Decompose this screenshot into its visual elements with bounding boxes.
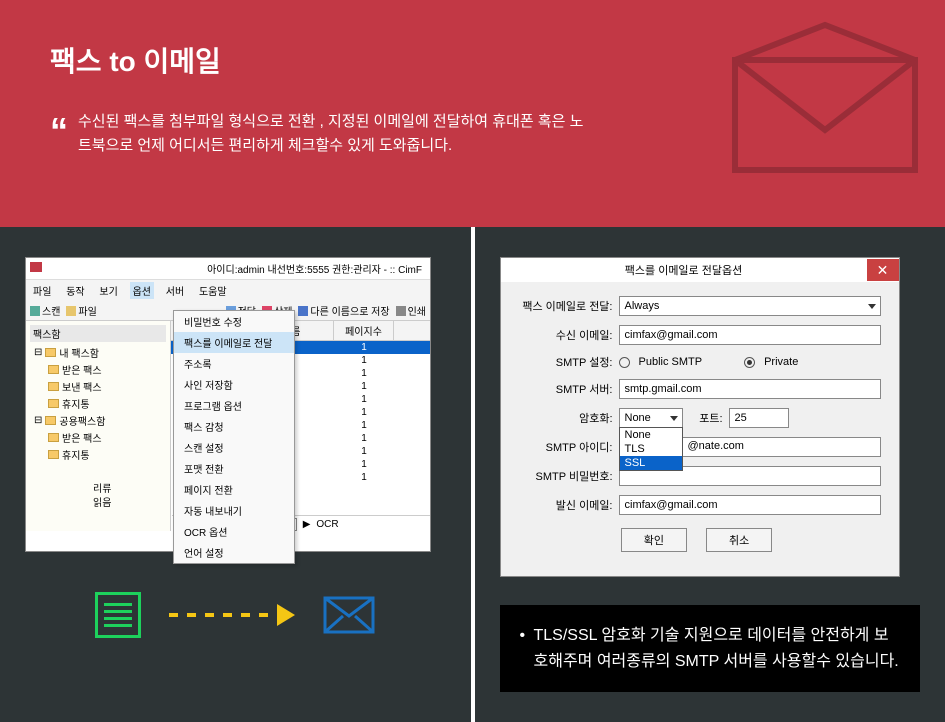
label-smtp-srv: SMTP 서버: bbox=[513, 381, 613, 397]
radio-private[interactable] bbox=[744, 357, 755, 368]
saveas-icon bbox=[298, 306, 308, 316]
folder-icon bbox=[48, 365, 59, 374]
right-panel: 팩스를 이메일로 전달옵션 ✕ 팩스 이메일로 전달: Always 수신 이메… bbox=[471, 227, 945, 722]
folder-icon bbox=[48, 382, 59, 391]
left-panel: 아이디:admin 내선번호:5555 권한:관리자 - :: CimF 파일 … bbox=[0, 227, 471, 722]
sidebar-bottom-2: 읽음 bbox=[93, 494, 111, 509]
label-port: 포트: bbox=[689, 410, 723, 426]
dropdown-item[interactable]: 자동 내보내기 bbox=[174, 500, 294, 521]
close-button[interactable]: ✕ bbox=[867, 259, 899, 281]
tb-print[interactable]: 인쇄 bbox=[396, 303, 426, 318]
tree-shared[interactable]: ⊟ 공용팩스함 bbox=[30, 412, 166, 429]
enc-option[interactable]: None bbox=[620, 428, 682, 442]
dialog-buttons: 확인 취소 bbox=[513, 524, 881, 562]
dropdown-item[interactable]: 주소록 bbox=[174, 353, 294, 374]
tree-my[interactable]: ⊟ 내 팩스함 bbox=[30, 344, 166, 361]
dropdown-item[interactable]: 언어 설정 bbox=[174, 542, 294, 563]
dropdown-item[interactable]: 페이지 전환 bbox=[174, 479, 294, 500]
dropdown-item[interactable]: 팩스를 이메일로 전달 bbox=[174, 332, 294, 353]
label-smtp-set: SMTP 설정: bbox=[513, 354, 613, 370]
recv-email-input[interactable] bbox=[619, 325, 881, 345]
folder-icon bbox=[48, 450, 59, 459]
quote-text: 수신된 팩스를 첨부파일 형식으로 전환 , 지정된 이메일에 전달하여 휴대폰… bbox=[78, 113, 583, 154]
dropdown-item[interactable]: 스캔 설정 bbox=[174, 437, 294, 458]
label-smtp-pw: SMTP 비밀번호: bbox=[513, 468, 613, 484]
port-input[interactable] bbox=[729, 408, 789, 428]
menu-help[interactable]: 도움말 bbox=[196, 282, 230, 299]
menubar[interactable]: 파일 동작 보기 옵션 서버 도움말 bbox=[26, 280, 430, 301]
tree-shared-trash[interactable]: 휴지통 bbox=[30, 446, 166, 463]
page-header: 팩스 to 이메일 “ 수신된 팩스를 첨부파일 형식으로 전환 , 지정된 이… bbox=[0, 0, 945, 227]
title-to: to bbox=[109, 46, 135, 77]
encryption-select[interactable]: None NoneTLSSSL bbox=[619, 408, 683, 428]
folder-icon bbox=[45, 416, 56, 425]
dropdown-item[interactable]: OCR 옵션 bbox=[174, 521, 294, 542]
cancel-button[interactable]: 취소 bbox=[706, 528, 772, 552]
sidebar-bottom-1: 리류 bbox=[93, 480, 111, 495]
app-window: 아이디:admin 내선번호:5555 권한:관리자 - :: CimF 파일 … bbox=[25, 257, 431, 552]
forward-select[interactable]: Always bbox=[619, 296, 881, 316]
ocr-label[interactable]: OCR bbox=[316, 519, 338, 530]
mail-icon bbox=[323, 596, 375, 634]
menu-view[interactable]: 보기 bbox=[96, 282, 120, 299]
dropdown-item[interactable]: 팩스 감청 bbox=[174, 416, 294, 437]
tree-shared-inbox[interactable]: 받은 팩스 bbox=[30, 429, 166, 446]
folder-icon bbox=[45, 348, 56, 357]
title-pt1: 팩스 bbox=[50, 46, 102, 77]
enc-option[interactable]: TLS bbox=[620, 442, 682, 456]
flow-diagram bbox=[25, 592, 446, 638]
tb-file[interactable]: 파일 bbox=[66, 303, 96, 318]
menu-server[interactable]: 서버 bbox=[163, 282, 187, 299]
tb-saveas[interactable]: 다른 이름으로 저장 bbox=[298, 303, 389, 318]
menu-option[interactable]: 옵션 bbox=[130, 282, 154, 299]
quote-mark-icon: “ bbox=[50, 102, 68, 160]
tree-inbox[interactable]: 받은 팩스 bbox=[30, 361, 166, 378]
scan-icon bbox=[30, 306, 40, 316]
envelope-icon bbox=[725, 20, 925, 180]
document-icon bbox=[95, 592, 141, 638]
radio-public[interactable] bbox=[619, 357, 630, 368]
forward-options-dialog: 팩스를 이메일로 전달옵션 ✕ 팩스 이메일로 전달: Always 수신 이메… bbox=[500, 257, 900, 577]
enc-option[interactable]: SSL bbox=[620, 456, 682, 470]
label-from: 발신 이메일: bbox=[513, 497, 613, 513]
tree-trash[interactable]: 휴지통 bbox=[30, 395, 166, 412]
window-titlebar: 아이디:admin 내선번호:5555 권한:관리자 - :: CimF bbox=[26, 258, 430, 280]
menu-file[interactable]: 파일 bbox=[30, 282, 54, 299]
options-dropdown[interactable]: 비밀번호 수정팩스를 이메일로 전달주소록사인 저장함프로그램 옵션팩스 감청스… bbox=[173, 310, 295, 564]
label-recv: 수신 이메일: bbox=[513, 327, 613, 343]
dialog-title: 팩스를 이메일로 전달옵션 bbox=[501, 258, 867, 282]
menu-action[interactable]: 동작 bbox=[63, 282, 87, 299]
dropdown-item[interactable]: 비밀번호 수정 bbox=[174, 311, 294, 332]
description-box: TLS/SSL 암호화 기술 지원으로 데이터를 안전하게 보호해주며 여러종류… bbox=[500, 605, 921, 692]
folder-icon bbox=[48, 399, 59, 408]
folder-icon bbox=[48, 433, 59, 442]
arrow-icon bbox=[169, 604, 295, 626]
tb-scan[interactable]: 스캔 bbox=[30, 303, 60, 318]
nav-next-icon[interactable]: ▶ bbox=[303, 519, 311, 530]
tree-header: 팩스함 bbox=[30, 325, 166, 342]
smtp-server-input[interactable] bbox=[619, 379, 881, 399]
label-forward: 팩스 이메일로 전달: bbox=[513, 298, 613, 314]
dropdown-item[interactable]: 프로그램 옵션 bbox=[174, 395, 294, 416]
from-email-input[interactable] bbox=[619, 495, 881, 515]
dropdown-item[interactable]: 포맷 전환 bbox=[174, 458, 294, 479]
encryption-dropdown[interactable]: NoneTLSSSL bbox=[619, 427, 683, 471]
file-icon bbox=[66, 306, 76, 316]
dropdown-item[interactable]: 사인 저장함 bbox=[174, 374, 294, 395]
tree-sent[interactable]: 보낸 팩스 bbox=[30, 378, 166, 395]
description-text: TLS/SSL 암호화 기술 지원으로 데이터를 안전하게 보호해주며 여러종류… bbox=[520, 623, 901, 674]
print-icon bbox=[396, 306, 406, 316]
label-enc: 암호화: bbox=[513, 410, 613, 426]
col-pages[interactable]: 페이지수 bbox=[334, 321, 394, 340]
header-quote: “ 수신된 팩스를 첨부파일 형식으로 전환 , 지정된 이메일에 전달하여 휴… bbox=[50, 110, 590, 158]
title-pt2: 이메일 bbox=[144, 46, 221, 77]
ok-button[interactable]: 확인 bbox=[621, 528, 687, 552]
app-icon bbox=[30, 262, 42, 272]
label-smtp-id: SMTP 아이디: bbox=[513, 439, 613, 455]
